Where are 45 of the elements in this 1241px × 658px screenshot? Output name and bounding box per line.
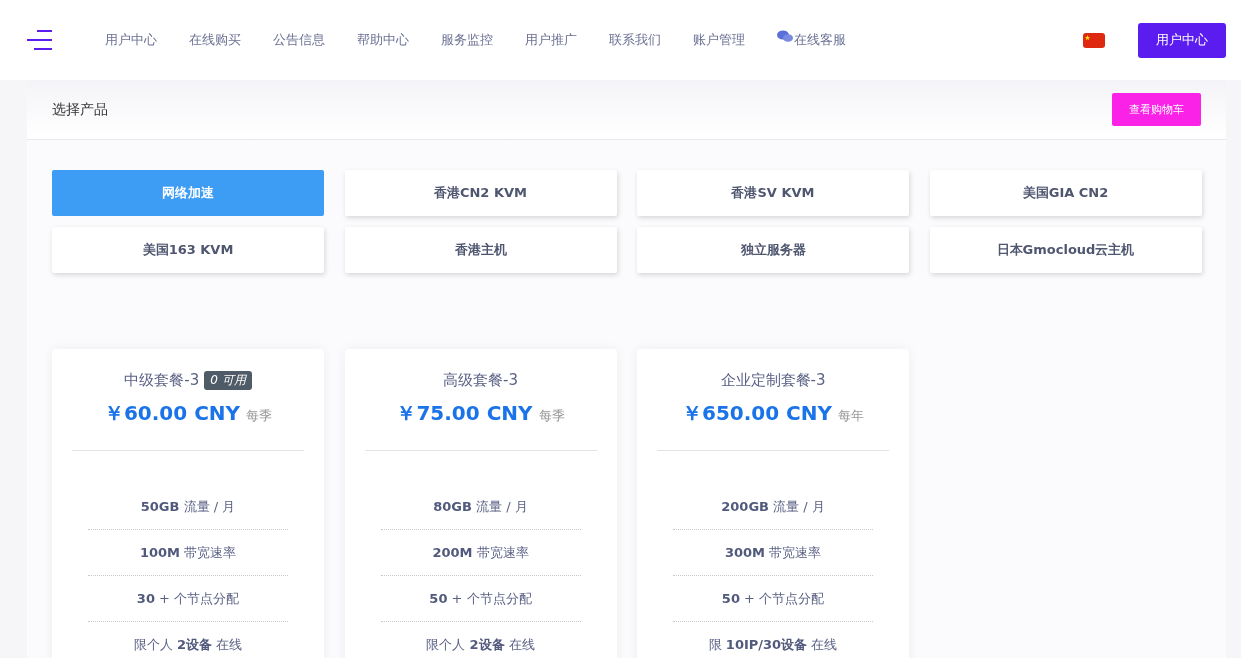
user-center-button[interactable]: 用户中心 xyxy=(1138,22,1226,58)
menu-icon[interactable] xyxy=(27,30,55,50)
availability-badge: 0 可用 xyxy=(204,370,252,390)
plan-feature: 200GB 流量 / 月 xyxy=(673,484,873,530)
nav-link[interactable]: 账户管理 xyxy=(677,31,761,49)
plan-feature: 50 + 个节点分配 xyxy=(673,576,873,622)
category-tab[interactable]: 香港CN2 KVM xyxy=(344,170,617,216)
nav-link[interactable]: 在线购买 xyxy=(173,31,257,49)
billing-period: 每季 xyxy=(246,407,273,425)
plan-feature: 限个人 2设备 在线 xyxy=(132,636,244,654)
nav-link[interactable]: 服务监控 xyxy=(425,31,509,49)
plan-price: ￥75.00 CNY xyxy=(396,400,533,427)
category-tab[interactable]: 美国163 KVM xyxy=(52,227,324,273)
category-tab[interactable]: 美国GIA CN2 xyxy=(929,170,1202,216)
view-cart-button[interactable]: 查看购物车 xyxy=(1112,93,1201,126)
nav-link[interactable]: 联系我们 xyxy=(593,31,677,49)
plan-name: 高级套餐-3 xyxy=(443,370,518,390)
plan-feature: 限 10IP/30设备 在线 xyxy=(707,636,839,654)
chat-bubbles-icon xyxy=(777,29,793,43)
plan-name: 企业定制套餐-3 xyxy=(720,370,826,390)
nav-link[interactable]: 用户推广 xyxy=(509,31,593,49)
nav-link[interactable]: 在线客服 xyxy=(761,31,862,49)
plan-price: ￥650.00 CNY xyxy=(681,400,832,427)
category-tab[interactable]: 香港SV KVM xyxy=(637,170,909,216)
category-tab[interactable]: 网络加速 xyxy=(52,170,324,216)
nav-link[interactable]: 用户中心 xyxy=(89,31,173,49)
nav-link[interactable]: 公告信息 xyxy=(257,31,341,49)
nav-link[interactable]: 帮助中心 xyxy=(341,31,425,49)
plan-feature: 300M 带宽速率 xyxy=(673,530,873,576)
plan-feature: 100M 带宽速率 xyxy=(88,530,288,576)
category-tab[interactable]: 香港主机 xyxy=(344,227,617,273)
plan-feature: 200M 带宽速率 xyxy=(380,530,581,576)
plan-name: 中级套餐-3 xyxy=(124,370,200,390)
plan-price: ￥60.00 CNY xyxy=(103,400,241,427)
plan-feature: 50GB 流量 / 月 xyxy=(88,484,288,530)
category-tab[interactable]: 日本Gmocloud云主机 xyxy=(929,227,1202,273)
billing-period: 每季 xyxy=(538,407,565,425)
plan-feature: 50 + 个节点分配 xyxy=(380,576,581,622)
flag-icon[interactable] xyxy=(1083,32,1105,48)
plan-feature: 限个人 2设备 在线 xyxy=(425,636,536,654)
panel-title: 选择产品 xyxy=(52,100,108,119)
plan-feature: 80GB 流量 / 月 xyxy=(380,484,581,530)
plan-feature: 30 + 个节点分配 xyxy=(88,576,288,622)
category-tab[interactable]: 独立服务器 xyxy=(637,227,909,273)
billing-period: 每年 xyxy=(838,407,864,425)
